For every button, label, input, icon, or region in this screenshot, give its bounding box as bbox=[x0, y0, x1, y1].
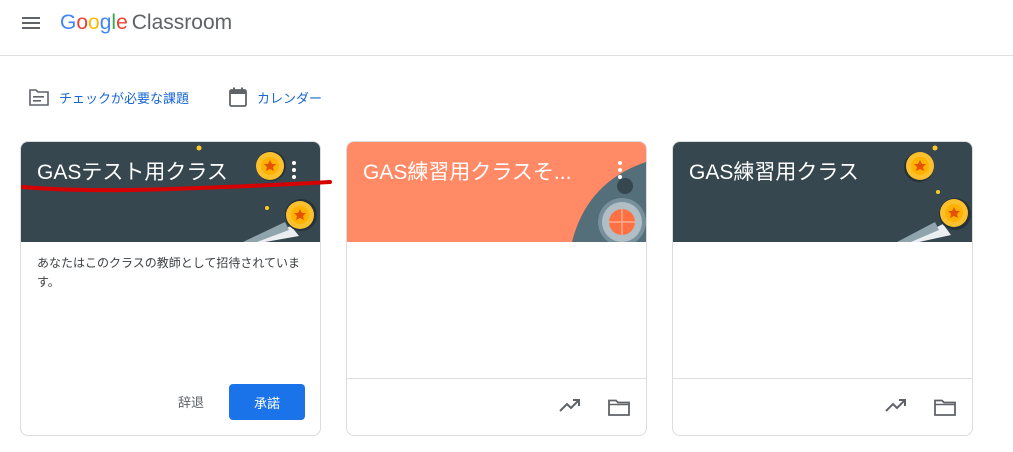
todo-link[interactable]: チェックが必要な課題 bbox=[29, 84, 189, 110]
card-title[interactable]: GAS練習用クラスそ... bbox=[363, 156, 587, 186]
card-title[interactable]: GAS練習用クラス bbox=[689, 156, 913, 186]
invitation-text: あなたはこのクラスの教師として招待されています。 bbox=[37, 256, 301, 289]
calendar-link[interactable]: カレンダー bbox=[229, 84, 322, 110]
menu-icon bbox=[22, 17, 40, 19]
card-header[interactable]: GAS練習用クラス bbox=[673, 142, 972, 242]
assignment-icon bbox=[29, 89, 49, 106]
product-name: Classroom bbox=[131, 11, 233, 34]
red-underline-annotation bbox=[21, 180, 332, 193]
card-header[interactable]: GAS練習用クラスそ... bbox=[347, 142, 646, 242]
more-vert-icon[interactable] bbox=[615, 160, 625, 180]
card-footer bbox=[673, 378, 972, 435]
main-menu-button[interactable] bbox=[18, 13, 46, 35]
trending-up-icon[interactable] bbox=[559, 399, 581, 413]
decline-button[interactable]: 辞退 bbox=[168, 384, 214, 418]
menu-icon-line bbox=[22, 27, 40, 29]
calendar-icon bbox=[229, 87, 247, 107]
class-card[interactable]: GAS練習用クラスそ... bbox=[346, 141, 647, 436]
accept-button[interactable]: 承諾 bbox=[229, 384, 305, 420]
folder-icon[interactable] bbox=[934, 399, 956, 416]
card-footer bbox=[347, 378, 646, 435]
calendar-label: カレンダー bbox=[257, 91, 323, 107]
folder-icon[interactable] bbox=[608, 399, 630, 416]
todo-label: チェックが必要な課題 bbox=[59, 91, 190, 107]
menu-icon-line bbox=[22, 22, 40, 24]
trending-up-icon[interactable] bbox=[885, 399, 907, 413]
class-card[interactable]: GAS練習用クラス bbox=[672, 141, 973, 436]
google-wordmark: Google bbox=[60, 11, 128, 34]
top-app-bar: Google Classroom bbox=[0, 0, 1013, 56]
classroom-logo[interactable]: Google Classroom bbox=[60, 9, 232, 37]
